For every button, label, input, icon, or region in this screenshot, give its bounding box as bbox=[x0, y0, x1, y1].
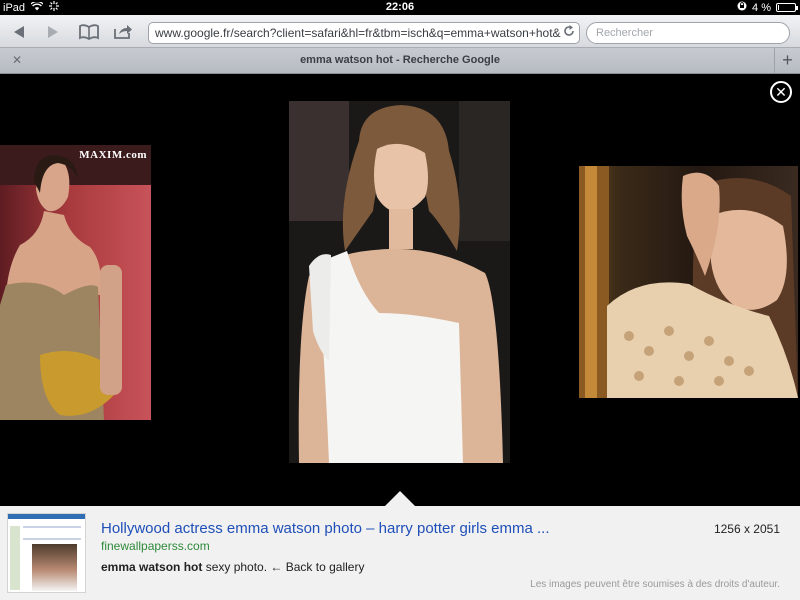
rotation-lock-icon bbox=[737, 1, 747, 14]
status-time: 22:06 bbox=[385, 1, 415, 13]
close-viewer-icon[interactable]: ✕ bbox=[770, 81, 792, 103]
tab-title[interactable]: emma watson hot - Recherche Google bbox=[0, 54, 800, 66]
reload-icon[interactable] bbox=[563, 25, 575, 40]
new-tab-plus-icon[interactable]: + bbox=[774, 48, 800, 73]
result-title-link[interactable]: Hollywood actress emma watson photo – ha… bbox=[101, 520, 550, 537]
selection-pointer bbox=[384, 491, 416, 507]
bookmarks-icon[interactable] bbox=[76, 21, 102, 43]
result-domain[interactable]: finewallpaperss.com bbox=[101, 539, 210, 553]
copyright-notice: Les images peuvent être soumises à des d… bbox=[530, 579, 780, 590]
battery-icon bbox=[776, 3, 798, 12]
result-desc-text: sexy photo. bbox=[202, 560, 268, 574]
back-to-gallery-link[interactable]: ← Back to gallery bbox=[270, 560, 364, 574]
result-desc-keywords: emma watson hot bbox=[101, 560, 203, 574]
forward-arrow-icon[interactable] bbox=[40, 21, 66, 43]
url-field[interactable]: www.google.fr/search?client=safari&hl=fr… bbox=[148, 22, 580, 44]
url-text: www.google.fr/search?client=safari&hl=fr… bbox=[155, 26, 561, 40]
status-bar: iPad 22:06 4 % bbox=[0, 0, 800, 15]
gallery-image-selected[interactable] bbox=[289, 101, 510, 463]
maxim-watermark: MAXIM.com bbox=[79, 149, 147, 161]
result-description: emma watson hot sexy photo. ← Back to ga… bbox=[101, 560, 364, 574]
source-page-thumbnail[interactable] bbox=[7, 513, 86, 593]
battery-percent: 4 % bbox=[752, 1, 771, 14]
tab-bar: ✕ emma watson hot - Recherche Google + bbox=[0, 48, 800, 74]
back-arrow-icon[interactable] bbox=[6, 21, 32, 43]
gallery-image-next[interactable] bbox=[579, 166, 798, 398]
search-placeholder: Rechercher bbox=[596, 27, 653, 39]
gallery-image-previous[interactable]: MAXIM.com bbox=[0, 145, 151, 420]
image-dimensions: 1256 x 2051 bbox=[713, 522, 780, 536]
browser-toolbar: www.google.fr/search?client=safari&hl=fr… bbox=[0, 15, 800, 48]
share-icon[interactable] bbox=[110, 21, 136, 43]
search-input[interactable]: Rechercher bbox=[586, 22, 790, 44]
